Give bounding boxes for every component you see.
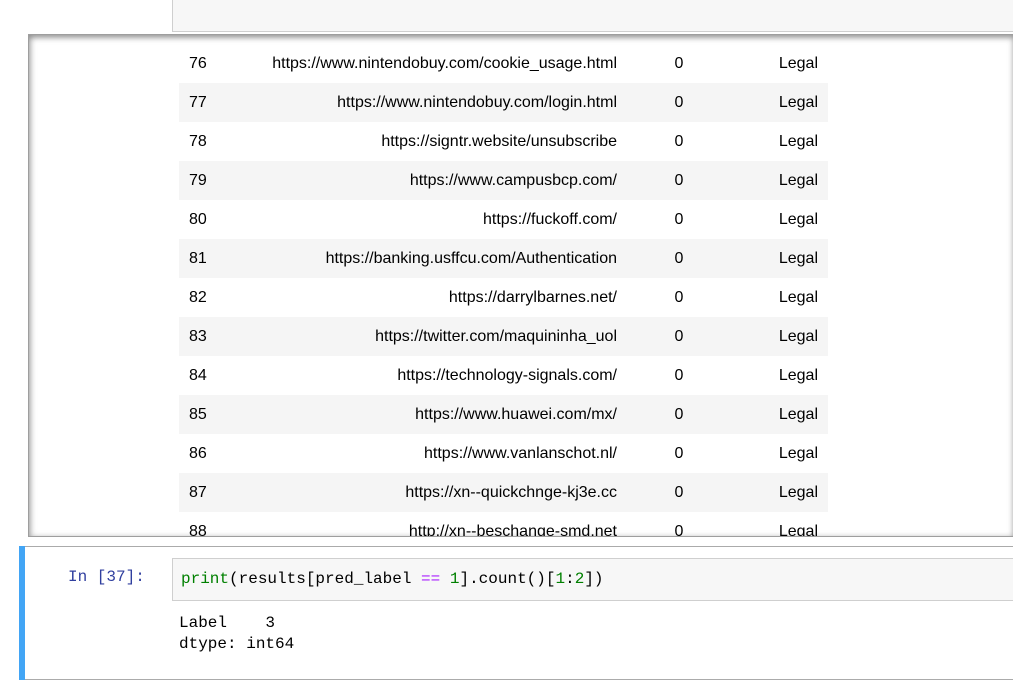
label-cell: Legal: [741, 83, 828, 122]
row-index: 77: [179, 83, 227, 122]
url-cell: https://twitter.com/maquininha_uol: [227, 317, 617, 356]
table-row: 79 https://www.campusbcp.com/0 Legal: [179, 161, 828, 200]
row-index: 76: [189, 54, 207, 72]
code-builtin: print: [181, 570, 230, 588]
url-cell: http://xn--beschange-smd.net: [408, 522, 617, 537]
row-index: 88: [189, 522, 207, 537]
row-index: 81: [179, 239, 227, 278]
row-index: 80: [189, 210, 207, 228]
url-cell: https://www.huawei.com/mx/: [227, 395, 617, 434]
label-cell: Legal: [741, 395, 828, 434]
value-cell: 0: [674, 210, 684, 228]
table-row: 88 http://xn--beschange-smd.net 0 Legal: [179, 512, 828, 537]
table-row: 82 https://darrylbarnes.net/0 Legal: [179, 278, 828, 317]
label-cell: Legal: [778, 210, 818, 228]
label-cell: Legal: [741, 473, 828, 512]
url-cell: https://signtr.website/unsubscribe: [381, 132, 617, 150]
label-cell: Legal: [778, 366, 818, 384]
label-cell: Legal: [778, 444, 818, 462]
code-text: ]): [584, 570, 604, 588]
label-cell: Legal: [741, 317, 828, 356]
code-number: 2: [574, 570, 585, 588]
value-cell: 0: [674, 288, 684, 306]
value-cell: 0: [617, 317, 741, 356]
input-prompt: In [37]:: [68, 568, 145, 586]
code-text: ].count()[: [459, 570, 556, 588]
table-row: 85 https://www.huawei.com/mx/0 Legal: [179, 395, 828, 434]
cell-output: Label 3 dtype: int64: [179, 614, 295, 653]
table-row: 77 https://www.nintendobuy.com/login.html…: [179, 83, 828, 122]
url-cell: https://www.campusbcp.com/: [227, 161, 617, 200]
table-row: 84 https://technology-signals.com/0 Legal: [179, 356, 828, 395]
value-cell: 0: [674, 54, 684, 72]
output-scroll-area[interactable]: 76 https://www.nintendobuy.com/cookie_usa…: [28, 34, 1013, 537]
row-index: 84: [189, 366, 207, 384]
url-cell: https://www.vanlanschot.nl/: [424, 444, 617, 462]
table-row: 87 https://xn--quickchnge-kj3e.cc 0 Legal: [179, 473, 828, 512]
label-cell: Legal: [778, 522, 818, 537]
row-index: 83: [179, 317, 227, 356]
table-row: 76 https://www.nintendobuy.com/cookie_usa…: [179, 44, 828, 83]
value-cell: 0: [617, 473, 741, 512]
row-index: 86: [189, 444, 207, 462]
url-cell: https://darrylbarnes.net/: [448, 288, 617, 306]
code-operator: ==: [421, 570, 441, 588]
value-cell: 0: [674, 366, 684, 384]
label-cell: Legal: [778, 132, 818, 150]
row-index: 79: [179, 161, 227, 200]
table-row: 83 https://twitter.com/maquininha_uol 0 Leg…: [179, 317, 828, 356]
url-cell: https://www.nintendobuy.com/login.html: [227, 83, 617, 122]
value-cell: 0: [617, 83, 741, 122]
value-cell: 0: [617, 161, 741, 200]
label-cell: Legal: [741, 239, 828, 278]
code-input[interactable]: print(results[pred_label == 1].count()[1…: [172, 558, 1013, 601]
label-cell: Legal: [778, 54, 818, 72]
row-index: 85: [179, 395, 227, 434]
code-number: 1: [555, 570, 566, 588]
label-cell: Legal: [778, 288, 818, 306]
row-index: 82: [189, 288, 207, 306]
selected-cell-indicator: [19, 546, 25, 680]
row-index: 87: [179, 473, 227, 512]
table-row: 78 https://signtr.website/unsubscribe 0 Leg…: [179, 122, 828, 161]
code-text: :: [565, 570, 575, 588]
row-index: 78: [189, 132, 207, 150]
previous-cell-input[interactable]: [172, 0, 1013, 32]
url-cell: https://fuckoff.com/: [483, 210, 617, 228]
url-cell: https://xn--quickchnge-kj3e.cc: [227, 473, 617, 512]
url-cell: https://technology-signals.com/: [397, 366, 617, 384]
label-cell: Legal: [741, 161, 828, 200]
value-cell: 0: [674, 444, 684, 462]
table-row: 81 https://banking.usffcu.com/Authenticat…: [179, 239, 828, 278]
value-cell: 0: [617, 239, 741, 278]
value-cell: 0: [674, 522, 684, 537]
url-cell: https://banking.usffcu.com/Authenticatio…: [227, 239, 617, 278]
value-cell: 0: [617, 395, 741, 434]
code-cell-37[interactable]: In [37]: print(results[pred_label == 1].…: [19, 546, 1013, 680]
dataframe-table: 76 https://www.nintendobuy.com/cookie_usa…: [179, 44, 828, 537]
value-cell: 0: [674, 132, 684, 150]
table-row: 86 https://www.vanlanschot.nl/0 Legal: [179, 434, 828, 473]
code-text: (results[pred_label: [229, 570, 422, 588]
table-row: 80 https://fuckoff.com/0 Legal: [179, 200, 828, 239]
url-cell: https://www.nintendobuy.com/cookie_usage…: [272, 54, 617, 72]
